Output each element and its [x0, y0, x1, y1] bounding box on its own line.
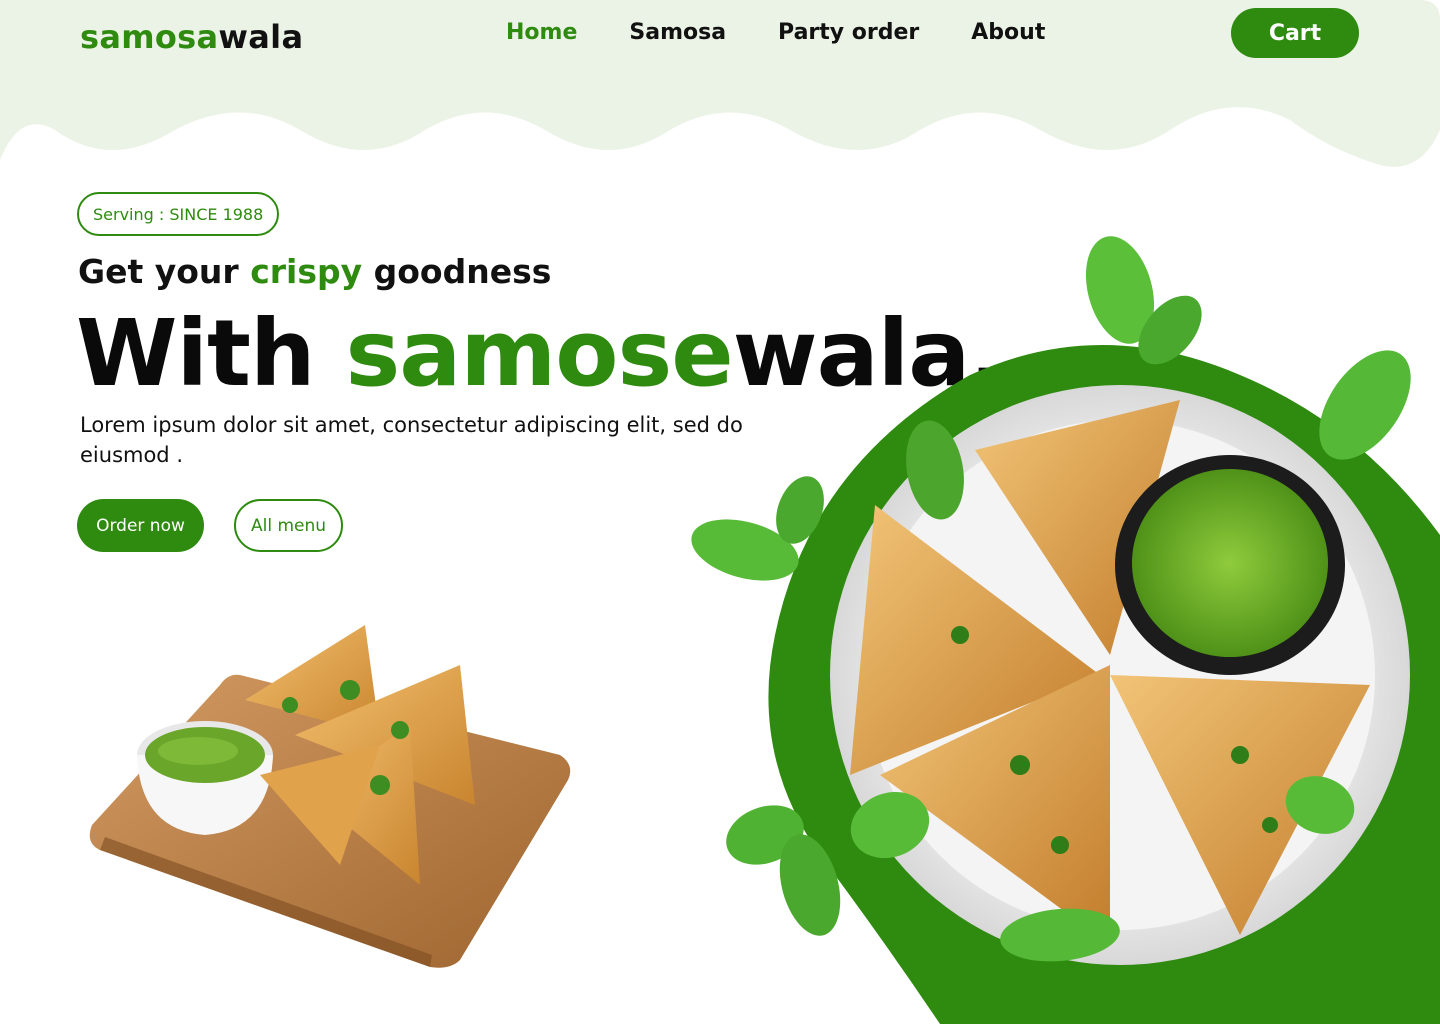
cart-button[interactable]: Cart — [1231, 8, 1359, 58]
samosa-board-image — [89, 625, 571, 968]
all-menu-button[interactable]: All menu — [234, 499, 343, 552]
hero-description: Lorem ipsum dolor sit amet, consectetur … — [80, 413, 743, 467]
brand-name-part2: wala — [218, 18, 304, 56]
order-now-button[interactable]: Order now — [77, 499, 204, 552]
nav-party-order[interactable]: Party order — [778, 20, 919, 45]
headline-pre: With — [76, 300, 315, 407]
nav-about[interactable]: About — [971, 20, 1045, 45]
nav-home[interactable]: Home — [506, 20, 577, 45]
tagline-post: goodness — [373, 252, 552, 291]
tagline-pre: Get your — [78, 252, 239, 291]
tagline-highlight: crispy — [250, 252, 363, 291]
hero-tagline: Get your crispy goodness — [78, 252, 551, 291]
main-nav: Home Samosa Party order About — [506, 20, 1045, 45]
headline-highlight: samose — [345, 300, 734, 407]
nav-samosa[interactable]: Samosa — [629, 20, 726, 45]
serving-since-badge: Serving : SINCE 1988 — [77, 192, 280, 236]
brand-logo[interactable]: samosawala — [80, 18, 303, 56]
brand-name-part1: samosa — [80, 18, 219, 56]
samosa-plate-image — [691, 236, 1440, 1024]
